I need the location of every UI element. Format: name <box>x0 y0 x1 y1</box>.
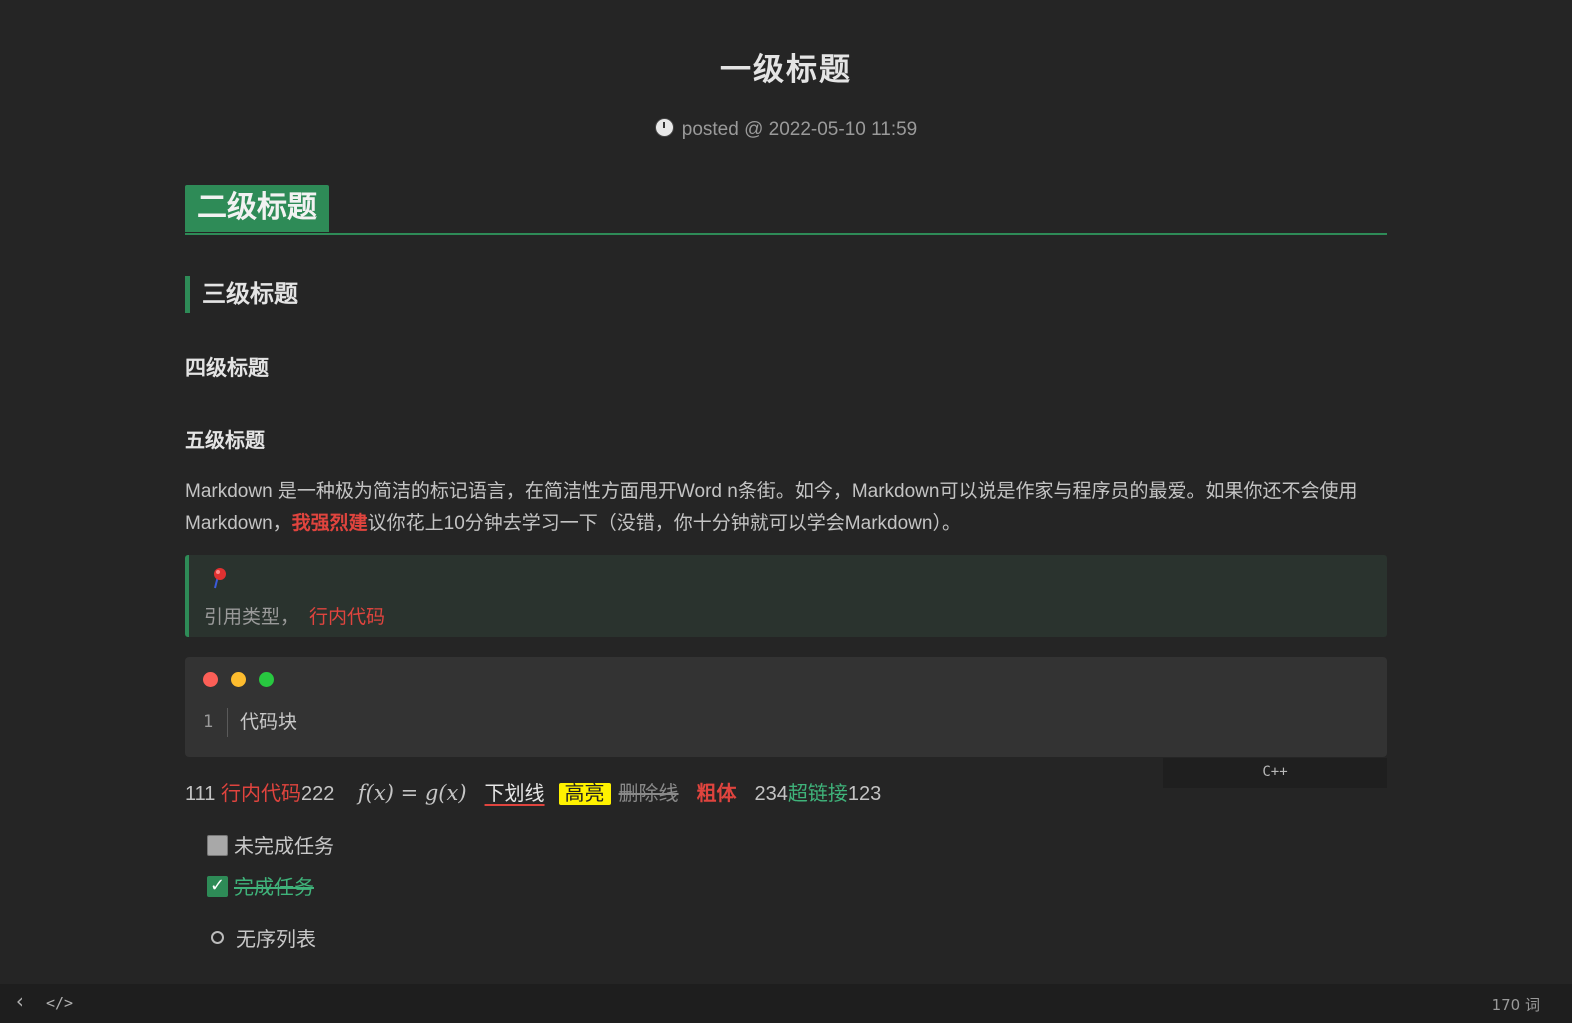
window-minimize-dot <box>231 672 246 687</box>
task-checkbox-checked[interactable] <box>207 873 228 899</box>
blockquote: 引用类型， 行内代码 <box>185 555 1387 637</box>
pushpin-icon <box>214 568 226 589</box>
task-item: 完成任务 <box>207 873 314 900</box>
heading-2-container: 二级标题 <box>185 185 1387 235</box>
before-link-text: 234 <box>754 783 788 805</box>
heading-2: 二级标题 <box>185 185 329 232</box>
task-label: 完成任务 <box>234 875 314 899</box>
post-date: posted @ 2022-05-10 11:59 <box>681 119 918 140</box>
status-bar: ‹ </> 170 词 <box>0 984 1572 1023</box>
task-checkbox[interactable] <box>207 835 228 856</box>
bold-text: 粗体 <box>696 783 737 805</box>
post-meta: posted @ 2022-05-10 11:59 <box>185 118 1387 141</box>
heading-3: 三级标题 <box>185 276 298 313</box>
blockquote-inline-code: 行内代码 <box>309 606 386 628</box>
line-number: 1 <box>203 708 228 737</box>
bullet-circle-icon <box>211 931 224 944</box>
inline-math: f(x) = g(x) <box>357 781 467 805</box>
hyperlink[interactable]: 超链接 <box>788 783 848 805</box>
clock-icon <box>654 118 674 137</box>
code-language-select[interactable]: C++ <box>1163 758 1387 788</box>
code-text[interactable]: 代码块 <box>240 708 297 737</box>
code-block[interactable]: 1 代码块 <box>185 657 1387 757</box>
word-count[interactable]: 170 词 <box>1492 994 1540 1015</box>
list-item: 无序列表 <box>211 926 316 952</box>
page-title: 一级标题 <box>720 52 852 88</box>
list-item-label: 无序列表 <box>236 927 316 951</box>
strikethrough-text: 删除线 <box>618 783 679 805</box>
underline-text: 下划线 <box>484 783 545 805</box>
inline-after-code: 222 <box>300 783 335 805</box>
highlight-text: 高亮 <box>558 783 611 805</box>
blockquote-label: 引用类型， <box>204 606 300 628</box>
code-icon[interactable]: </> <box>46 994 73 1012</box>
heading-4: 四级标题 <box>185 356 269 380</box>
inline-formatting-row: 111 行内代码222 f(x) = g(x) 下划线 高亮 删除线 粗体 234超链接1… <box>185 779 881 808</box>
paragraph: Markdown 是一种极为简洁的标记语言，在简洁性方面甩开Word n条街。如… <box>185 476 1385 540</box>
paragraph-text-2: 议你花上10分钟去学习一下（没错，你十分钟就可以学会Markdown）。 <box>367 513 961 534</box>
inline-code: 行内代码 <box>220 783 301 805</box>
task-label: 未完成任务 <box>234 834 334 858</box>
paragraph-strong: 我强烈建 <box>291 513 368 534</box>
window-maximize-dot <box>259 672 274 687</box>
heading-5: 五级标题 <box>185 428 265 452</box>
task-item: 未完成任务 <box>207 833 334 859</box>
after-link-text: 123 <box>847 783 882 805</box>
window-close-dot <box>203 672 218 687</box>
chevron-left-icon[interactable]: ‹ <box>14 989 26 1013</box>
inline-prefix: 111 <box>185 783 216 805</box>
blockquote-text: 引用类型， 行内代码 <box>204 602 385 629</box>
